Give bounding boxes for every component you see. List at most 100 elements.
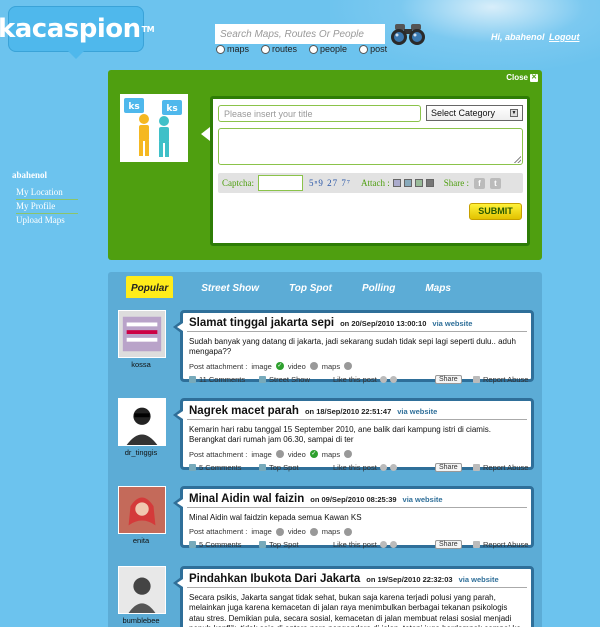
tab-street-show[interactable]: Street Show <box>199 279 261 298</box>
post-form: Please insert your title Select Category… <box>210 96 530 246</box>
captcha-label: Captcha: <box>222 178 254 188</box>
search-option-routes[interactable]: routes <box>261 44 297 54</box>
check-icon <box>344 362 353 371</box>
check-icon <box>344 450 353 459</box>
share-button[interactable]: Share <box>435 462 462 472</box>
post-pointer-inner <box>177 323 183 331</box>
upload-maps-link[interactable]: Upload Maps <box>16 214 78 227</box>
logout-link[interactable]: Logout <box>549 32 580 42</box>
post-author[interactable]: bumblebee <box>108 616 174 625</box>
post-date: on 09/Sep/2010 08:25:39 <box>310 495 397 504</box>
post-body-textarea[interactable] <box>218 128 523 165</box>
radio-icon <box>309 44 319 54</box>
resize-grip-icon[interactable] <box>514 156 521 163</box>
thumb-up-icon[interactable] <box>379 375 387 383</box>
my-profile-link[interactable]: My Profile <box>16 200 78 214</box>
logo-tm: TM <box>141 24 155 34</box>
attach-video-icon[interactable] <box>403 179 412 187</box>
post-title[interactable]: Pindahkan Ibukota Dari Jakarta <box>189 573 360 585</box>
post-excerpt: Kemarin hari rabu tanggal 15 September 2… <box>189 425 491 445</box>
check-icon: ✓ <box>309 450 318 459</box>
avatar[interactable] <box>118 566 166 614</box>
tab-polling[interactable]: Polling <box>360 279 397 298</box>
post-author[interactable]: dr_tinggis <box>108 448 174 457</box>
binoculars-icon[interactable] <box>389 22 427 46</box>
report-abuse-link[interactable]: Report Abuse <box>473 375 528 384</box>
list-item: Slamat tinggal jakarta sepi on 20/Sep/20… <box>173 310 534 384</box>
like-control: Like this post <box>333 463 397 472</box>
comments-link[interactable]: 11 Comments <box>189 375 245 384</box>
search-option-people[interactable]: people <box>309 44 347 54</box>
logo-text: kacaspion <box>0 14 141 44</box>
post-footer: 11 Comments Street Show Like this post S… <box>183 373 531 387</box>
avatar[interactable] <box>118 310 166 358</box>
report-abuse-link[interactable]: Report Abuse <box>473 540 528 549</box>
post-header: Pindahkan Ibukota Dari Jakarta on 19/Sep… <box>187 569 527 588</box>
tab-top-spot[interactable]: Top Spot <box>287 279 334 298</box>
comment-icon <box>189 541 196 549</box>
post-header: Minal Aidin wal faizin on 09/Sep/2010 08… <box>187 489 527 508</box>
attach-image-icon[interactable] <box>392 179 401 187</box>
greeting: Hi, abahenol <box>491 32 545 42</box>
comments-link[interactable]: 5 Comments <box>189 540 242 549</box>
title-input[interactable]: Please insert your title <box>218 105 421 122</box>
comments-link[interactable]: 5 Comments <box>189 463 242 472</box>
radio-icon <box>359 44 369 54</box>
thumb-down-icon[interactable] <box>389 375 397 383</box>
post-author[interactable]: kossa <box>108 360 174 369</box>
close-button[interactable]: Close ✕ <box>506 73 538 82</box>
thumb-down-icon[interactable] <box>389 541 397 549</box>
facebook-icon[interactable]: f <box>473 177 485 189</box>
category-link[interactable]: Top Spot <box>259 540 299 549</box>
submit-button[interactable]: SUBMIT <box>469 203 522 220</box>
site-logo[interactable]: kacaspion TM <box>0 6 155 52</box>
check-icon <box>344 527 353 536</box>
report-icon <box>473 375 480 383</box>
share-button[interactable]: Share <box>435 374 462 384</box>
search-option-post[interactable]: post <box>359 44 387 54</box>
check-icon <box>275 527 284 536</box>
post-excerpt: Secara psikis, Jakarta sangat tidak seha… <box>189 593 521 627</box>
attachment-row: Post attachment : image video ✓ maps <box>183 448 531 461</box>
thumb-up-icon[interactable] <box>379 541 387 549</box>
tab-maps[interactable]: Maps <box>423 279 453 298</box>
post-header: Slamat tinggal jakarta sepi on 20/Sep/20… <box>187 313 527 332</box>
list-item: Pindahkan Ibukota Dari Jakarta on 19/Sep… <box>173 566 534 627</box>
post-date: on 20/Sep/2010 13:00:10 <box>340 319 427 328</box>
post-pointer-inner <box>177 579 183 587</box>
category-link[interactable]: Top Spot <box>259 463 299 472</box>
avatar[interactable] <box>118 486 166 534</box>
share-button[interactable]: Share <box>435 540 462 550</box>
search-option-maps[interactable]: maps <box>216 44 249 54</box>
attach-label: Attach : <box>360 178 390 188</box>
category-link[interactable]: Street Show <box>259 375 310 384</box>
comment-icon <box>189 463 196 471</box>
user-avatar[interactable]: ks ks <box>120 94 188 162</box>
post-title[interactable]: Slamat tinggal jakarta sepi <box>189 317 334 329</box>
logo-tail <box>68 51 84 59</box>
tab-popular[interactable]: Popular <box>126 276 174 298</box>
avatar[interactable] <box>118 398 166 446</box>
post-title[interactable]: Minal Aidin wal faizin <box>189 493 304 505</box>
my-location-link[interactable]: My Location <box>16 186 78 200</box>
check-icon: ✓ <box>275 362 284 371</box>
category-select[interactable]: Select Category ▼ <box>426 105 523 121</box>
post-footer: 5 Comments Top Spot Like this post Share… <box>183 461 531 475</box>
report-icon <box>473 463 480 471</box>
report-abuse-link[interactable]: Report Abuse <box>473 463 528 472</box>
thumb-down-icon[interactable] <box>389 463 397 471</box>
attach-file-icon[interactable] <box>425 179 434 187</box>
post-excerpt: Minal Aidin wal faidzin kepada semua Kaw… <box>189 513 362 522</box>
thumb-up-icon[interactable] <box>379 463 387 471</box>
post-title[interactable]: Nagrek macet parah <box>189 405 299 417</box>
post-author[interactable]: enita <box>108 536 174 545</box>
search-scope-options: maps routes people post <box>216 44 387 54</box>
twitter-icon[interactable]: t <box>489 177 501 189</box>
captcha-input[interactable] <box>258 175 303 191</box>
search-input[interactable] <box>215 24 385 44</box>
svg-text:ks: ks <box>166 104 177 114</box>
radio-icon <box>216 44 225 54</box>
post-pointer-inner <box>177 411 183 419</box>
like-control: Like this post <box>333 540 397 549</box>
attach-map-icon[interactable] <box>414 179 423 187</box>
